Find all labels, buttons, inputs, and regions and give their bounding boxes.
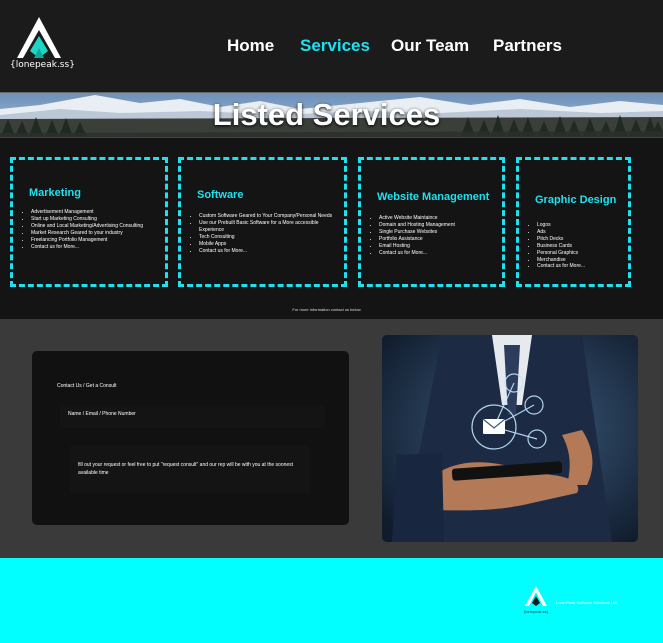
nav-services[interactable]: Services (300, 36, 370, 56)
nav-home[interactable]: Home (227, 36, 274, 56)
service-list: Advertisement Management Start up Market… (21, 209, 143, 250)
request-message-textarea[interactable]: fill out your request or feel free to pu… (70, 445, 310, 493)
more-info-text: For more Information contact us below (292, 307, 361, 312)
service-card-software: Software Custom Software Geared to Your … (178, 157, 347, 287)
service-list: Active Website Maintaince Domain and Hos… (369, 215, 455, 256)
business-tech-photo (382, 335, 638, 542)
services-section: Marketing Advertisement Management Start… (0, 138, 663, 319)
service-list: Custom Software Geared to Your Company/P… (189, 213, 334, 254)
contact-more-link[interactable]: Contact us for More... (31, 244, 143, 251)
service-list: Logos Ads Pitch Decks Business Cards Per… (527, 222, 585, 270)
service-card-website-management: Website Management Active Website Mainta… (358, 157, 505, 287)
brand-name: {lonepeak.ss} (10, 60, 75, 70)
footer-company-name: Lone-Peak Software Solutions Ltd. (556, 600, 618, 605)
input-placeholder: Name / Email / Phone Number (68, 411, 136, 417)
service-card-graphic-design: Graphic Design Logos Ads Pitch Decks Bus… (516, 157, 631, 287)
service-title: Graphic Design (535, 194, 617, 206)
service-card-marketing: Marketing Advertisement Management Start… (10, 157, 168, 287)
name-email-phone-input[interactable]: Name / Email / Phone Number (60, 406, 325, 428)
footer-logo-text: {lonepeak.ss} (523, 609, 549, 614)
contact-section: Contact Us / Get a Consult Name / Email … (0, 319, 663, 558)
contact-more-link[interactable]: Contact us for More... (379, 250, 455, 257)
nav-our-team[interactable]: Our Team (391, 36, 469, 56)
contact-more-link[interactable]: Contact us for More... (199, 248, 334, 255)
site-footer: {lonepeak.ss} Lone-Peak Software Solutio… (0, 558, 663, 643)
site-header: {lonepeak.ss} Home Services Our Team Par… (0, 0, 663, 92)
service-title: Marketing (29, 187, 81, 199)
nav-partners[interactable]: Partners (493, 36, 562, 56)
service-title: Software (197, 189, 244, 201)
service-title: Website Management (377, 191, 490, 203)
contact-form: Contact Us / Get a Consult Name / Email … (32, 351, 349, 525)
contact-more-link[interactable]: Contact us for More... (537, 263, 585, 270)
services-banner: Listed Services (0, 92, 663, 138)
textarea-placeholder: fill out your request or feel free to pu… (78, 462, 294, 476)
banner-title: Listed Services (212, 97, 441, 132)
contact-form-title: Contact Us / Get a Consult (57, 383, 117, 389)
